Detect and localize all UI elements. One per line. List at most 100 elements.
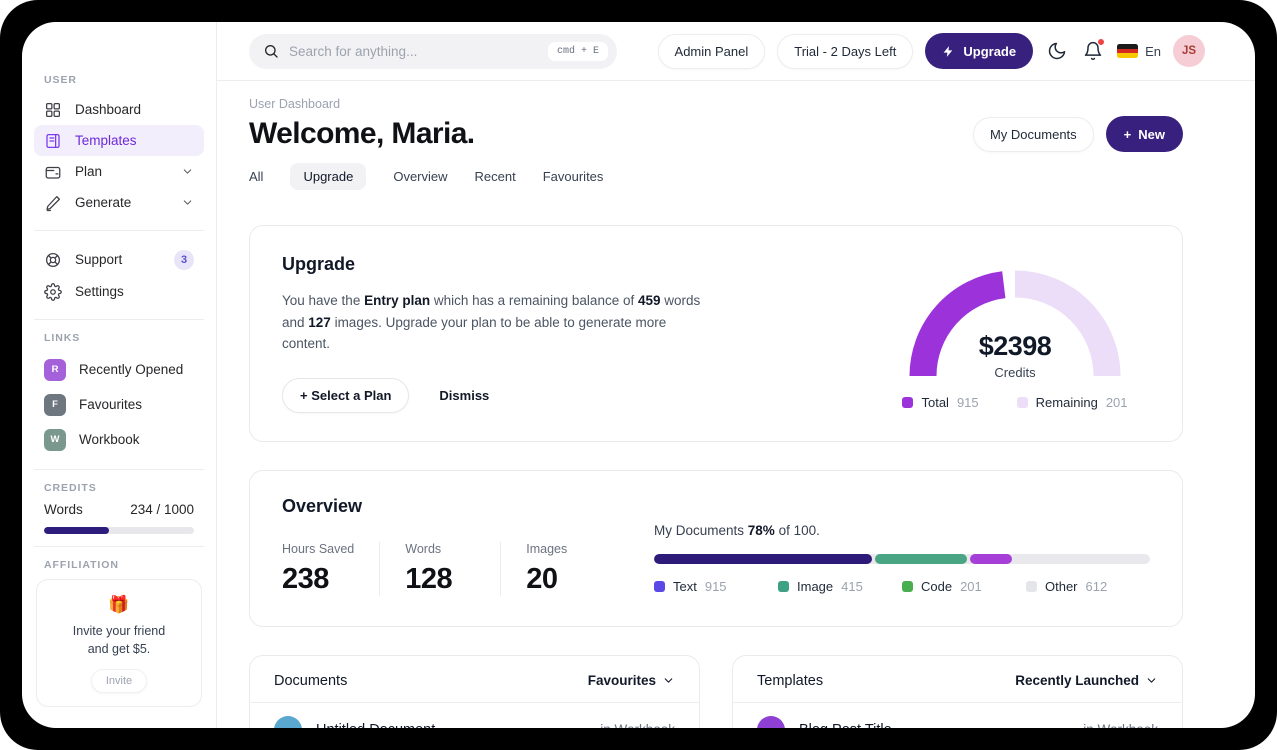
page-content: User Dashboard Welcome, Maria. My Docume… xyxy=(217,81,1255,728)
template-row-location: in Workbook xyxy=(1083,722,1158,728)
sidebar-divider xyxy=(34,319,204,320)
chevron-down-icon xyxy=(664,678,673,683)
tab-bar: All Upgrade Overview Recent Favourites xyxy=(249,163,1183,190)
sidebar-section-affiliation: AFFILIATION xyxy=(44,559,119,571)
legend-value: 612 xyxy=(1085,578,1108,594)
sidebar-item-templates[interactable]: Templates xyxy=(34,125,204,156)
legend-item-text: Text 915 xyxy=(654,579,778,594)
legend-name: Image xyxy=(797,578,834,594)
legend-value: 415 xyxy=(841,578,863,594)
gift-icon: 🎁 xyxy=(108,595,130,614)
documents-progress-legend: Text 915 Image 415 Code 201 Other 612 xyxy=(654,579,1150,594)
tab-favourites[interactable]: Favourites xyxy=(543,169,604,184)
gauge-legend: Total 915 Remaining 201 xyxy=(880,395,1150,410)
sidebar-item-label: Plan xyxy=(75,164,103,179)
bar-segment-text xyxy=(654,553,873,564)
sidebar-item-label: Workbook xyxy=(79,432,140,447)
sidebar-item-settings[interactable]: Settings xyxy=(34,276,204,307)
credits-progress-fill xyxy=(44,527,109,534)
my-documents-button[interactable]: My Documents xyxy=(972,116,1094,152)
affiliation-text: Invite your friend and get $5. xyxy=(72,624,166,657)
legend-name: Code xyxy=(921,578,953,594)
chevron-down-icon xyxy=(183,169,192,174)
upgrade-card-body: You have the Entry plan which has a rema… xyxy=(282,293,701,352)
trial-status-button[interactable]: Trial - 2 Days Left xyxy=(777,33,914,69)
document-row[interactable]: Untitled Document in Workbook xyxy=(274,715,675,728)
chevron-down-icon xyxy=(1147,678,1156,683)
legend-name: Total xyxy=(921,395,949,410)
lightning-icon xyxy=(943,45,953,57)
title-actions: My Documents + New xyxy=(972,116,1183,152)
wallet-icon xyxy=(45,166,61,179)
documents-filter-dropdown[interactable]: Favourites xyxy=(588,673,675,688)
new-button[interactable]: + New xyxy=(1105,116,1183,152)
gauge-chart: $2398 Credits xyxy=(895,258,1135,380)
link-initial: W xyxy=(44,428,66,451)
overview-card: Overview Hours Saved 238 Words 128 Image… xyxy=(249,469,1183,627)
user-avatar[interactable]: JS xyxy=(1173,35,1205,67)
documents-card-title: Documents xyxy=(274,672,348,689)
tab-recent[interactable]: Recent xyxy=(475,169,516,184)
documents-card-header: Documents Favourites xyxy=(274,673,675,689)
german-flag-icon xyxy=(1117,44,1139,58)
bottom-cards-row: Documents Favourites Untitled Document i… xyxy=(249,654,1183,728)
lifebuoy-icon xyxy=(45,252,61,267)
upgrade-button[interactable]: Upgrade xyxy=(925,33,1034,69)
credits-gauge: $2398 Credits Total 915 Remaining 201 xyxy=(880,254,1150,413)
stats-row: Hours Saved 238 Words 128 Images 20 xyxy=(282,541,654,596)
dark-mode-toggle[interactable] xyxy=(1045,39,1069,63)
sidebar-item-generate[interactable]: Generate xyxy=(34,187,204,218)
legend-value: 201 xyxy=(960,578,982,594)
legend-name: Remaining xyxy=(1035,395,1098,410)
search-bar[interactable]: cmd + E xyxy=(249,33,617,69)
legend-swatch xyxy=(778,580,789,592)
sidebar-item-plan[interactable]: Plan xyxy=(34,156,204,187)
notification-dot xyxy=(1097,38,1106,46)
tab-overview[interactable]: Overview xyxy=(393,169,447,184)
credits-value: 234 / 1000 xyxy=(130,502,194,517)
sidebar-item-label: Dashboard xyxy=(75,102,142,117)
search-input[interactable] xyxy=(289,43,538,59)
language-selector[interactable]: En xyxy=(1117,44,1161,59)
select-plan-button[interactable]: + Select a Plan xyxy=(282,377,410,413)
overview-card-title: Overview xyxy=(282,495,363,516)
sidebar-link-recently-opened[interactable]: R Recently Opened xyxy=(34,352,204,387)
legend-item-image: Image 415 xyxy=(778,579,902,594)
sidebar-divider xyxy=(34,469,204,470)
sidebar-link-favourites[interactable]: F Favourites xyxy=(34,387,204,422)
pencil-icon xyxy=(46,195,61,211)
grid-icon xyxy=(45,102,61,117)
overview-card-right: My Documents 78% of 100. Text 915 Image 415… xyxy=(654,496,1150,596)
search-shortcut-badge: cmd + E xyxy=(547,41,608,61)
link-initial: R xyxy=(44,358,66,381)
legend-swatch xyxy=(1026,580,1037,592)
templates-filter-dropdown[interactable]: Recently Launched xyxy=(1015,673,1158,688)
template-row[interactable]: Blog Post Title in Workbook xyxy=(757,715,1158,728)
gear-icon xyxy=(44,282,62,301)
sidebar-item-support[interactable]: Support 3 xyxy=(34,243,204,276)
gauge-label: Credits xyxy=(994,365,1036,380)
admin-panel-button[interactable]: Admin Panel xyxy=(657,33,766,69)
bar-segment-code xyxy=(969,553,1013,564)
tab-all[interactable]: All xyxy=(249,169,263,184)
sidebar-item-dashboard[interactable]: Dashboard xyxy=(34,94,204,125)
title-row: Welcome, Maria. My Documents + New xyxy=(249,116,1183,152)
affiliation-card: 🎁 Invite your friend and get $5. Invite xyxy=(36,579,202,708)
notifications-button[interactable] xyxy=(1081,38,1106,63)
dismiss-button[interactable]: Dismiss xyxy=(439,388,489,403)
gauge-center: $2398 Credits xyxy=(895,331,1135,380)
list-divider xyxy=(733,701,1182,703)
templates-card-header: Templates Recently Launched xyxy=(757,673,1158,689)
tab-upgrade[interactable]: Upgrade xyxy=(290,163,367,190)
credits-progress-track xyxy=(44,527,194,534)
main-area: cmd + E Admin Panel Trial - 2 Days Left … xyxy=(217,22,1255,728)
sidebar-item-label: Recently Opened xyxy=(79,362,184,377)
sidebar-link-workbook[interactable]: W Workbook xyxy=(34,422,204,457)
templates-card-title: Templates xyxy=(757,672,824,689)
sidebar-item-label: Favourites xyxy=(79,397,143,412)
documents-progress-caption: My Documents 78% of 100. xyxy=(654,522,820,538)
upgrade-card: Upgrade You have the Entry plan which ha… xyxy=(249,225,1183,442)
stat-hours-saved: Hours Saved 238 xyxy=(282,541,381,596)
invite-button[interactable]: Invite xyxy=(90,669,148,694)
bar-segment-image xyxy=(875,553,967,564)
